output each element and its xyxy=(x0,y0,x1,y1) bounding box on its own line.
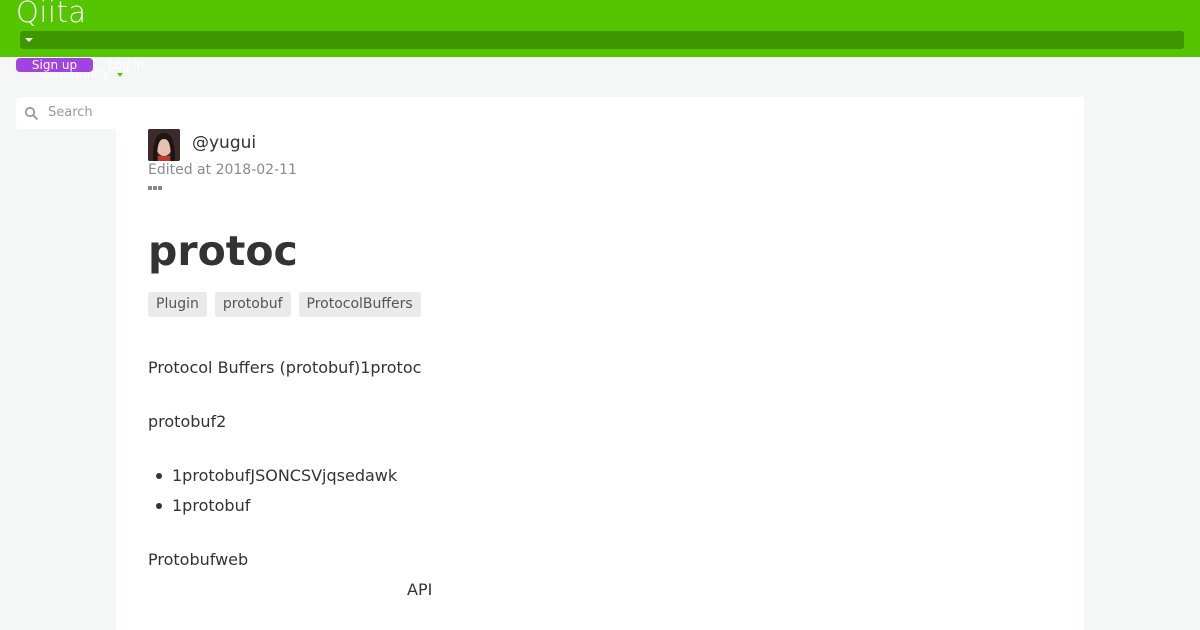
community-caret-icon[interactable] xyxy=(117,73,123,77)
article-title: protoc xyxy=(148,227,298,275)
login-link[interactable]: Log in xyxy=(108,58,144,72)
nav-dropdown-bar[interactable] xyxy=(20,31,1184,49)
search-icon xyxy=(24,106,38,120)
bullet-dot xyxy=(156,473,162,479)
qiita-logo[interactable]: Qiita xyxy=(16,0,87,28)
author-avatar[interactable] xyxy=(148,129,180,161)
tag-plugin[interactable]: Plugin xyxy=(148,292,207,317)
tag-protocolbuffers[interactable]: ProtocolBuffers xyxy=(298,292,421,317)
signup-button[interactable]: Sign up xyxy=(16,58,93,72)
caret-down-icon[interactable] xyxy=(25,38,33,42)
paragraph-4: API xyxy=(407,580,433,599)
edited-date: Edited at 2018-02-11 xyxy=(148,162,297,178)
tag-protobuf[interactable]: protobuf xyxy=(214,292,291,317)
paragraph-3: Protobufweb xyxy=(148,550,249,569)
tag-list: Plugin protobuf ProtocolBuffers xyxy=(148,292,421,317)
bullet-dot xyxy=(156,503,162,509)
list-item: 1protobufJSONCSVjqsedawk xyxy=(172,466,398,485)
author-name[interactable]: @yugui xyxy=(192,132,256,154)
more-options-icon[interactable] xyxy=(148,186,164,192)
paragraph-1: Protocol Buffers (protobuf)1protoc xyxy=(148,358,422,377)
list-item: 1protobuf xyxy=(172,496,251,515)
paragraph-2: protobuf2 xyxy=(148,412,227,431)
search-placeholder[interactable]: Search xyxy=(48,105,93,121)
